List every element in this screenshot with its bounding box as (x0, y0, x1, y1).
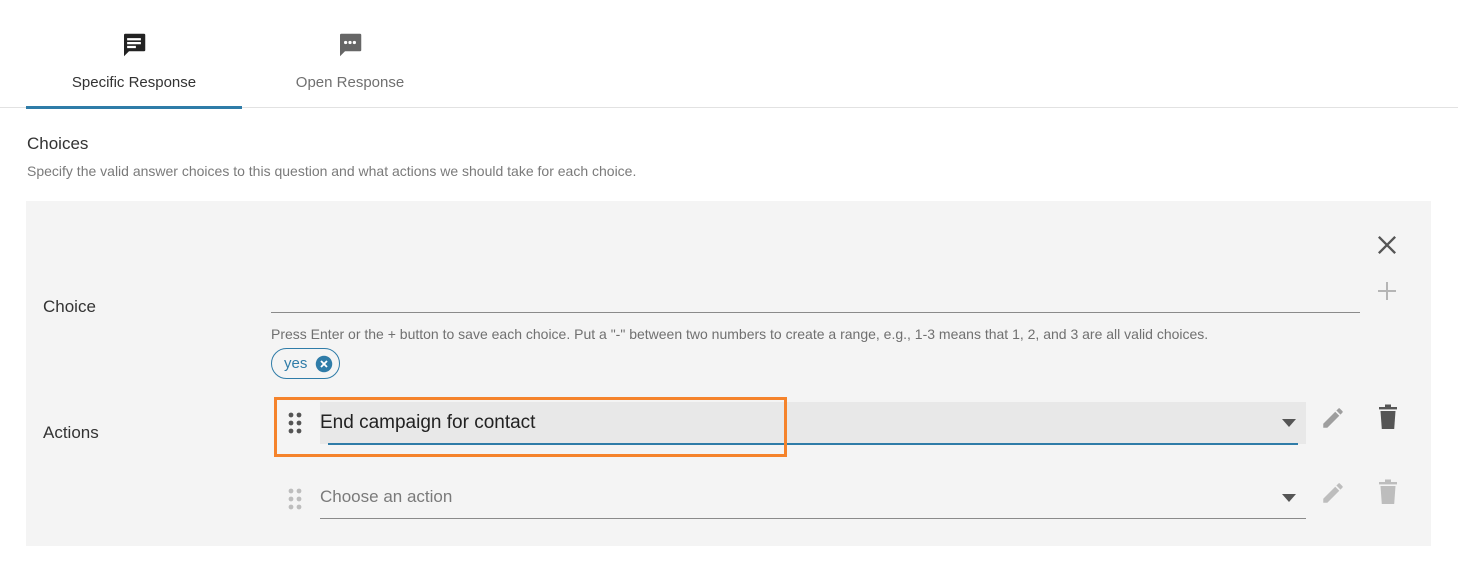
trash-icon[interactable] (1377, 479, 1399, 505)
action-select[interactable]: End campaign for contact (320, 402, 1306, 445)
select-focus-underline (328, 443, 1298, 445)
pencil-icon[interactable] (1320, 480, 1346, 506)
chevron-down-icon (1282, 494, 1296, 502)
choice-label: Choice (43, 297, 96, 316)
action-select-placeholder: Choose an action (320, 487, 453, 506)
pencil-icon[interactable] (1320, 405, 1346, 431)
remove-chip-icon[interactable] (315, 355, 333, 373)
chip-label: yes (284, 355, 308, 372)
active-tab-indicator (26, 106, 242, 109)
response-type-tabs: Specific Response Open Response (0, 0, 1458, 109)
tab-label: Open Response (295, 74, 405, 91)
action-select-value: End campaign for contact (320, 412, 536, 433)
drag-handle-icon[interactable] (287, 487, 303, 511)
section-description: Specify the valid answer choices to this… (27, 163, 637, 179)
choice-chip: yes (271, 348, 340, 379)
message-lines-icon (124, 33, 146, 57)
tab-label: Specific Response (71, 74, 197, 91)
chevron-down-icon (1282, 419, 1296, 427)
drag-handle-icon[interactable] (287, 411, 303, 435)
choice-input[interactable] (271, 279, 1360, 313)
choice-panel: Choice Press Enter or the + button to sa… (26, 201, 1431, 546)
action-select[interactable]: Choose an action (320, 477, 1306, 519)
tab-open-response[interactable]: Open Response (242, 0, 458, 108)
trash-icon[interactable] (1377, 404, 1399, 430)
plus-icon[interactable] (1375, 279, 1399, 303)
choice-hint: Press Enter or the + button to save each… (271, 326, 1209, 342)
tab-specific-response[interactable]: Specific Response (26, 0, 242, 109)
actions-label: Actions (43, 423, 99, 442)
close-icon[interactable] (1373, 231, 1401, 259)
message-dots-icon (340, 33, 362, 57)
section-title: Choices (27, 134, 89, 153)
